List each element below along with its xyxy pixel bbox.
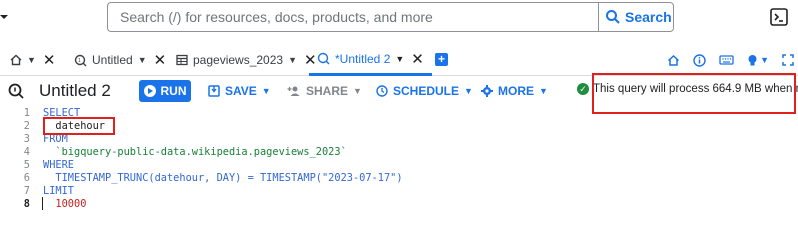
save-button[interactable]: SAVE ▼ (208, 82, 271, 100)
cloud-shell-icon[interactable] (768, 6, 790, 28)
home-icon (10, 54, 22, 66)
schedule-button[interactable]: SCHEDULE ▼ (376, 82, 473, 100)
tab-untitled[interactable]: 1 Untitled ▼ ✕ (74, 44, 166, 76)
query-icon (317, 52, 330, 65)
fullscreen-icon[interactable] (782, 54, 794, 66)
tab-label: Untitled (92, 53, 133, 67)
datehour-highlight-box (43, 117, 115, 135)
gear-icon (481, 85, 493, 97)
code-line: `bigquery-public-data.wikipedia.pageview… (43, 146, 347, 158)
add-person-icon (287, 86, 300, 96)
line-number: 1 (23, 107, 30, 119)
chevron-down-icon: ▼ (353, 86, 362, 96)
top-bar: Search (/) for resources, docs, products… (0, 0, 798, 42)
search-placeholder: Search (/) for resources, docs, products… (120, 9, 433, 25)
search-input[interactable]: Search (/) for resources, docs, products… (107, 2, 599, 32)
chevron-down-icon[interactable]: ▼ (27, 55, 36, 65)
clock-icon (376, 85, 388, 97)
info-icon[interactable] (693, 53, 706, 67)
search-button-label: Search (625, 9, 672, 25)
code-line: 10000 (43, 198, 87, 210)
editor-line: 6 TIMESTAMP_TRUNC(datehour, DAY) = TIMES… (0, 172, 798, 185)
svg-text:1: 1 (78, 58, 81, 64)
line-number: 3 (23, 133, 30, 145)
check-circle-icon: ✓ (577, 83, 589, 95)
code-line: LIMIT (43, 185, 74, 197)
search-button[interactable]: Search (598, 2, 674, 32)
tab-label: *Untitled 2 (335, 51, 391, 66)
close-icon[interactable]: ✕ (43, 51, 56, 69)
play-icon (143, 85, 156, 97)
line-number: 4 (23, 146, 30, 158)
more-button[interactable]: MORE ▼ (481, 82, 548, 100)
editor-line: 1 SELECT (0, 107, 798, 120)
chevron-down-icon[interactable]: ▼ (395, 54, 404, 64)
line-number: 5 (23, 159, 30, 171)
line-number: 7 (23, 185, 30, 197)
chevron-down-icon[interactable]: ▼ (138, 55, 147, 65)
sql-editor[interactable]: 1 SELECT 2 datehour 3 FROM 4 `bigquery-p… (0, 106, 798, 246)
chevron-down-icon: ▼ (261, 86, 271, 96)
code-line: WHERE (43, 159, 74, 171)
editor-line: 7 LIMIT (0, 185, 798, 198)
run-button-label: RUN (160, 84, 187, 98)
chevron-down-icon: ▼ (539, 86, 548, 96)
dropdown-caret-icon[interactable] (0, 12, 10, 22)
tab-bar-actions: ▼ (667, 44, 794, 76)
search-icon (606, 10, 620, 24)
share-button-label: SHARE (306, 84, 349, 98)
home-icon[interactable] (667, 54, 680, 67)
page-title: Untitled 2 (39, 81, 111, 100)
line-number: 8 (23, 198, 30, 210)
chevron-down-icon: ▼ (760, 55, 769, 65)
code-line: TIMESTAMP_TRUNC(datehour, DAY) = TIMESTA… (43, 172, 403, 184)
schedule-button-label: SCHEDULE (393, 84, 460, 98)
tab-bar: ▼ ✕ 1 Untitled ▼ ✕ pageviews_2023 ▼ ✕ *U… (0, 44, 798, 76)
share-button[interactable]: SHARE ▼ (287, 82, 362, 100)
more-button-label: MORE (498, 84, 534, 98)
keyboard-icon[interactable] (719, 54, 734, 66)
editor-line: 8 10000 (0, 198, 798, 211)
lightbulb-icon (748, 54, 757, 65)
editor-line: 5 WHERE (0, 159, 798, 172)
chevron-down-icon: ▼ (464, 86, 473, 96)
add-tab-icon[interactable]: + (435, 53, 448, 66)
line-number: 6 (23, 172, 30, 184)
close-icon[interactable]: ✕ (411, 50, 424, 68)
tab-untitled-2[interactable]: *Untitled 2 ▼ ✕ (309, 44, 432, 76)
editor-line: 2 datehour (0, 120, 798, 133)
query-icon (8, 83, 24, 99)
save-icon (208, 85, 220, 97)
editor-line: 3 FROM (0, 133, 798, 146)
tab-pageviews[interactable]: pageviews_2023 ▼ ✕ (176, 44, 317, 76)
table-icon (176, 54, 188, 66)
chevron-down-icon[interactable]: ▼ (288, 55, 297, 65)
close-icon[interactable]: ✕ (154, 51, 167, 69)
query-icon: 1 (74, 54, 87, 66)
tab-label: pageviews_2023 (193, 53, 284, 67)
line-number: 2 (23, 120, 30, 132)
run-button[interactable]: RUN (139, 80, 191, 102)
tab-home[interactable]: ▼ ✕ (10, 44, 56, 76)
save-button-label: SAVE (225, 84, 257, 98)
editor-line: 4 `bigquery-public-data.wikipedia.pagevi… (0, 146, 798, 159)
cursor-marker (42, 197, 43, 210)
tips-menu[interactable]: ▼ (747, 54, 769, 67)
